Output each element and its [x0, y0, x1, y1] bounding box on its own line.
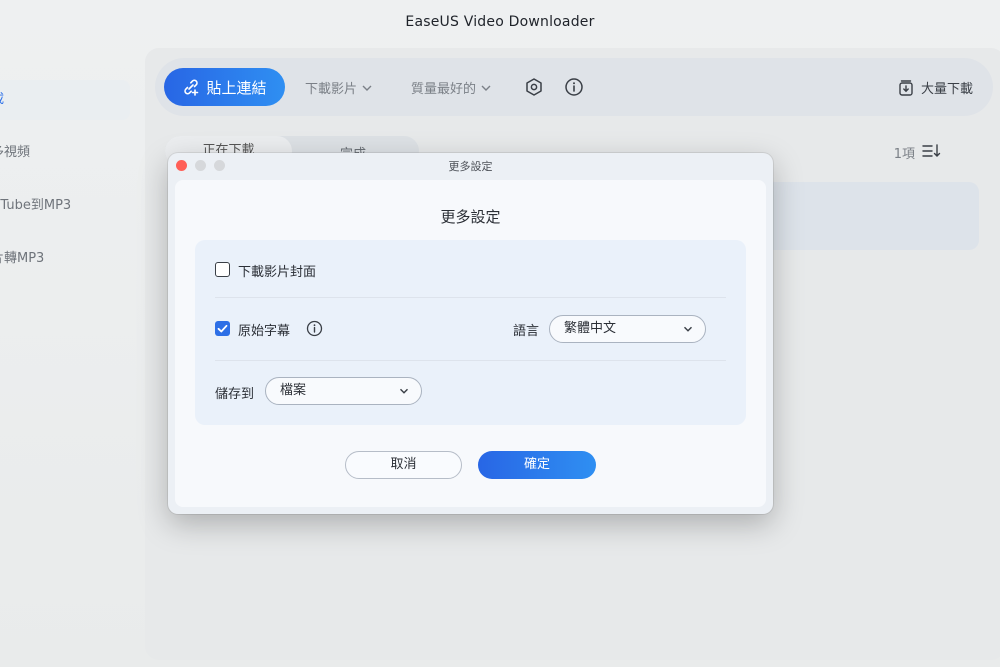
dialog-window-title: 更多設定 — [448, 160, 493, 173]
app-title: EaseUS Video Downloader — [405, 14, 595, 30]
save-to-label: 儲存到 — [215, 387, 255, 402]
download-cover-checkbox[interactable] — [215, 262, 230, 277]
language-label: 語言 — [513, 324, 540, 339]
language-select[interactable]: 繁體中文 — [549, 315, 706, 343]
sidebar-item-more-videos[interactable]: 更多視頻 — [0, 133, 130, 173]
save-to-value: 檔案 — [280, 383, 307, 398]
confirm-button[interactable]: 確定 — [478, 451, 596, 479]
language-value: 繁體中文 — [564, 321, 617, 336]
download-type-dropdown[interactable]: 下載影片 — [305, 78, 373, 97]
paste-link-button[interactable]: 貼上連結 — [164, 68, 285, 106]
dialog-titlebar: 更多設定 — [168, 153, 773, 177]
info-icon[interactable] — [564, 77, 584, 97]
original-subtitle-label: 原始字幕 — [238, 324, 291, 339]
sidebar-item-label: 更多視頻 — [0, 145, 31, 160]
save-to-select[interactable]: 檔案 — [265, 377, 422, 405]
quality-label: 質量最好的 — [411, 82, 477, 97]
sort-icon[interactable] — [921, 142, 941, 160]
divider — [215, 297, 726, 298]
chevron-down-icon — [399, 388, 409, 394]
original-subtitle-checkbox[interactable] — [215, 321, 230, 336]
sidebar-item-video-to-mp3[interactable]: 影片轉MP3 — [0, 239, 130, 279]
sidebar-item-download[interactable]: 下載 — [0, 80, 130, 120]
dialog-heading: 更多設定 — [440, 208, 501, 226]
dialog-body: 更多設定 下載影片封面 原始字幕 語言 繁體中文 儲存到 檔案 取消 確定 — [175, 180, 766, 507]
download-cover-label: 下載影片封面 — [238, 265, 317, 280]
settings-hex-icon[interactable] — [524, 77, 544, 97]
link-add-icon — [184, 79, 199, 96]
download-type-label: 下載影片 — [305, 82, 358, 97]
bulk-download-button[interactable]: 大量下載 — [897, 78, 973, 97]
chevron-down-icon — [683, 326, 693, 332]
toolbar: 貼上連結 下載影片 質量最好的 大量下載 — [155, 58, 993, 116]
sidebar-item-label: 影片轉MP3 — [0, 251, 45, 266]
item-count: 1項 — [893, 147, 915, 162]
quality-dropdown[interactable]: 質量最好的 — [411, 78, 492, 97]
bulk-download-label: 大量下載 — [920, 82, 973, 97]
chevron-down-icon — [481, 85, 491, 91]
check-icon — [217, 324, 228, 333]
paste-link-label: 貼上連結 — [206, 78, 267, 97]
more-settings-dialog: 更多設定 更多設定 下載影片封面 原始字幕 語言 繁體中文 儲存到 檔案 取消 … — [168, 153, 773, 514]
sidebar-item-label: 下載 — [0, 92, 4, 107]
chevron-down-icon — [362, 85, 372, 91]
info-icon[interactable] — [306, 320, 323, 337]
cancel-button[interactable]: 取消 — [345, 451, 462, 479]
bulk-download-icon — [899, 79, 913, 96]
download-list-item[interactable] — [765, 182, 979, 250]
sidebar-item-youtube-mp3[interactable]: YouTube到MP3 — [0, 186, 130, 226]
settings-group: 下載影片封面 原始字幕 語言 繁體中文 儲存到 檔案 — [195, 240, 746, 425]
divider — [215, 360, 726, 361]
sidebar-item-label: YouTube到MP3 — [0, 198, 72, 213]
